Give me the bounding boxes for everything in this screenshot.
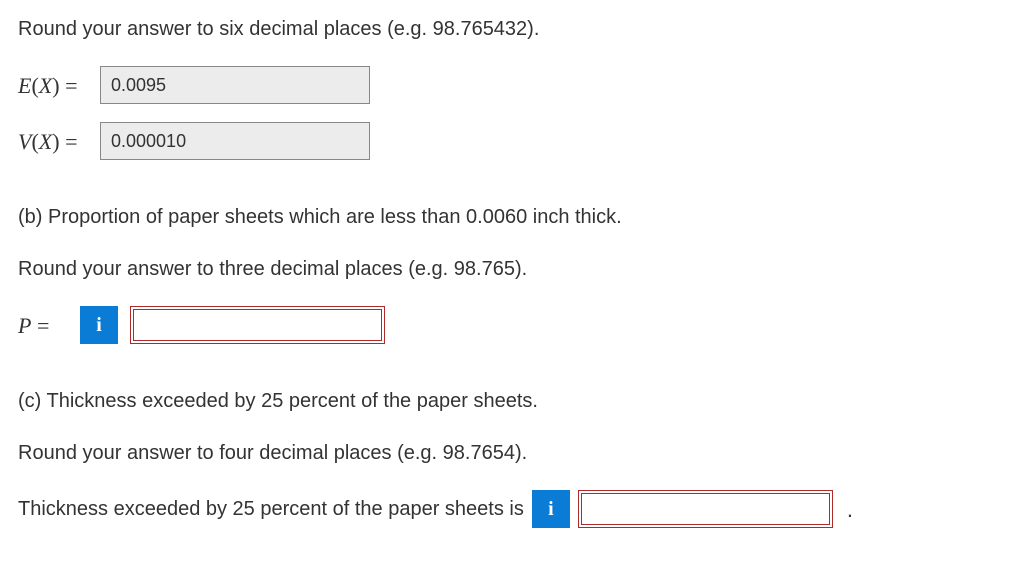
thickness-row: Thickness exceeded by 25 percent of the …	[18, 490, 1008, 528]
thickness-lead-text: Thickness exceeded by 25 percent of the …	[18, 494, 524, 524]
ex-row: E(X) =	[18, 66, 1008, 104]
thickness-input[interactable]	[581, 493, 830, 525]
p-input-wrap	[130, 306, 385, 344]
ex-label: E(X) =	[18, 69, 88, 102]
info-icon[interactable]: i	[532, 490, 570, 528]
vx-input[interactable]	[100, 122, 370, 160]
period: .	[847, 493, 853, 526]
round-three-instruction: Round your answer to three decimal place…	[18, 254, 1008, 284]
thickness-input-wrap	[578, 490, 833, 528]
vx-row: V(X) =	[18, 122, 1008, 160]
part-c-prompt: (c) Thickness exceeded by 25 percent of …	[18, 386, 1008, 416]
p-input[interactable]	[133, 309, 382, 341]
round-six-instruction: Round your answer to six decimal places …	[18, 14, 1008, 44]
round-four-instruction: Round your answer to four decimal places…	[18, 438, 1008, 468]
part-b-prompt: (b) Proportion of paper sheets which are…	[18, 202, 1008, 232]
info-icon[interactable]: i	[80, 306, 118, 344]
p-label: P =	[18, 309, 68, 342]
vx-label: V(X) =	[18, 125, 88, 158]
ex-input[interactable]	[100, 66, 370, 104]
p-row: P = i	[18, 306, 1008, 344]
